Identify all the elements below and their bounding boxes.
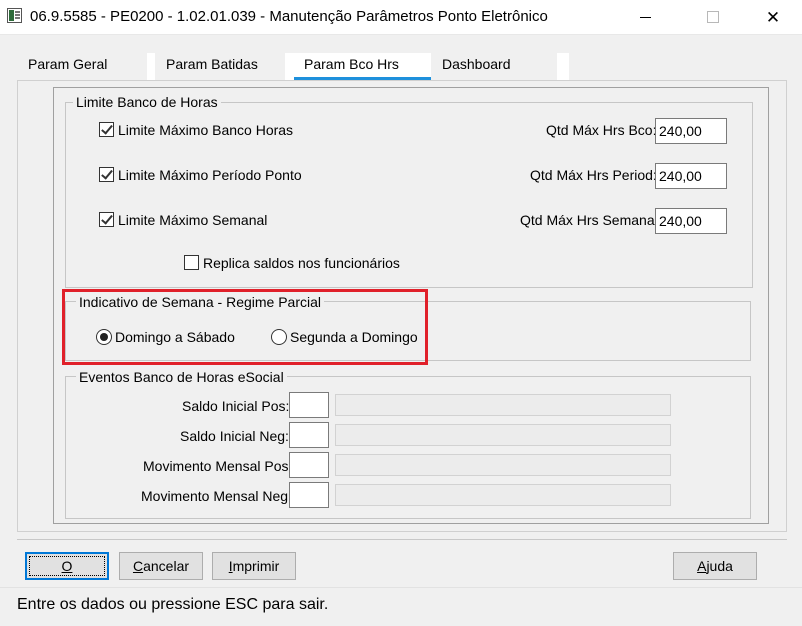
- tab-dashboard[interactable]: Dashboard: [431, 53, 557, 80]
- field-movimento-mensal-pos-desc: [335, 454, 671, 476]
- ajuda-button[interactable]: Ajuda: [673, 552, 757, 580]
- field-movimento-mensal-neg-desc: [335, 484, 671, 506]
- window-title: 06.9.5585 - PE0200 - 1.02.01.039 - Manut…: [30, 8, 548, 25]
- status-text: Entre os dados ou pressione ESC para sai…: [17, 596, 329, 613]
- maximize-button[interactable]: [690, 0, 736, 34]
- minimize-icon: [639, 16, 651, 18]
- label-movimento-mensal-pos: Movimento Mensal Pos:: [143, 458, 293, 474]
- label-qtd-max-hrs-period: Qtd Máx Hrs Period:: [530, 167, 657, 183]
- checkbox-limite-periodo-ponto[interactable]: [99, 167, 114, 182]
- tab-strip: Param Geral Param Batidas Param Bco Hrs …: [17, 53, 569, 80]
- tab-param-bco-hrs[interactable]: Param Bco Hrs: [293, 53, 431, 80]
- highlight-box: [62, 289, 428, 365]
- label-limite-semanal: Limite Máximo Semanal: [118, 212, 268, 228]
- focus-rect: [29, 556, 105, 576]
- app-icon: [7, 8, 22, 23]
- input-qtd-max-hrs-bco[interactable]: [655, 118, 727, 144]
- label-saldo-inicial-pos: Saldo Inicial Pos:: [182, 398, 290, 414]
- cancelar-button-rest: ancelar: [143, 558, 190, 574]
- label-qtd-max-hrs-bco: Qtd Máx Hrs Bco:: [546, 122, 657, 138]
- field-saldo-inicial-neg-desc: [335, 424, 671, 446]
- group-limite-legend: Limite Banco de Horas: [73, 94, 221, 110]
- input-qtd-max-hrs-period[interactable]: [655, 163, 727, 189]
- input-qtd-max-hrs-semana[interactable]: [655, 208, 727, 234]
- close-button[interactable]: ✕: [750, 0, 796, 34]
- input-movimento-mensal-pos-code[interactable]: [289, 452, 329, 478]
- checkbox-limite-semanal[interactable]: [99, 212, 114, 227]
- input-saldo-inicial-neg-code[interactable]: [289, 422, 329, 448]
- label-limite-banco-horas: Limite Máximo Banco Horas: [118, 122, 294, 138]
- tab-param-geral[interactable]: Param Geral: [17, 53, 147, 80]
- maximize-icon: [707, 11, 719, 23]
- input-movimento-mensal-neg-code[interactable]: [289, 482, 329, 508]
- tab-param-batidas[interactable]: Param Batidas: [155, 53, 285, 80]
- label-saldo-inicial-neg: Saldo Inicial Neg:: [180, 428, 289, 444]
- label-replica-saldos: Replica saldos nos funcionários: [203, 255, 400, 271]
- cancelar-button[interactable]: Cancelar: [119, 552, 203, 580]
- field-saldo-inicial-pos-desc: [335, 394, 671, 416]
- checkbox-replica-saldos[interactable]: [184, 255, 199, 270]
- close-icon: ✕: [765, 7, 781, 27]
- title-bar: 06.9.5585 - PE0200 - 1.02.01.039 - Manut…: [0, 0, 802, 35]
- footer-separator: [17, 539, 787, 540]
- minimize-button[interactable]: [622, 0, 668, 34]
- label-qtd-max-hrs-semana: Qtd Máx Hrs Semana:: [520, 212, 659, 228]
- imprimir-button-rest: mprimir: [232, 558, 280, 574]
- label-limite-periodo-ponto: Limite Máximo Período Ponto: [118, 167, 302, 183]
- ok-button[interactable]: O: [25, 552, 109, 580]
- status-bar: Entre os dados ou pressione ESC para sai…: [0, 587, 802, 626]
- ajuda-button-rest: juda: [706, 558, 733, 574]
- label-movimento-mensal-neg: Movimento Mensal Neg:: [141, 488, 292, 504]
- imprimir-button[interactable]: Imprimir: [212, 552, 296, 580]
- cancelar-button-mnemonic: C: [132, 558, 144, 574]
- checkbox-limite-banco-horas[interactable]: [99, 122, 114, 137]
- input-saldo-inicial-pos-code[interactable]: [289, 392, 329, 418]
- group-eventos-legend: Eventos Banco de Horas eSocial: [76, 369, 287, 385]
